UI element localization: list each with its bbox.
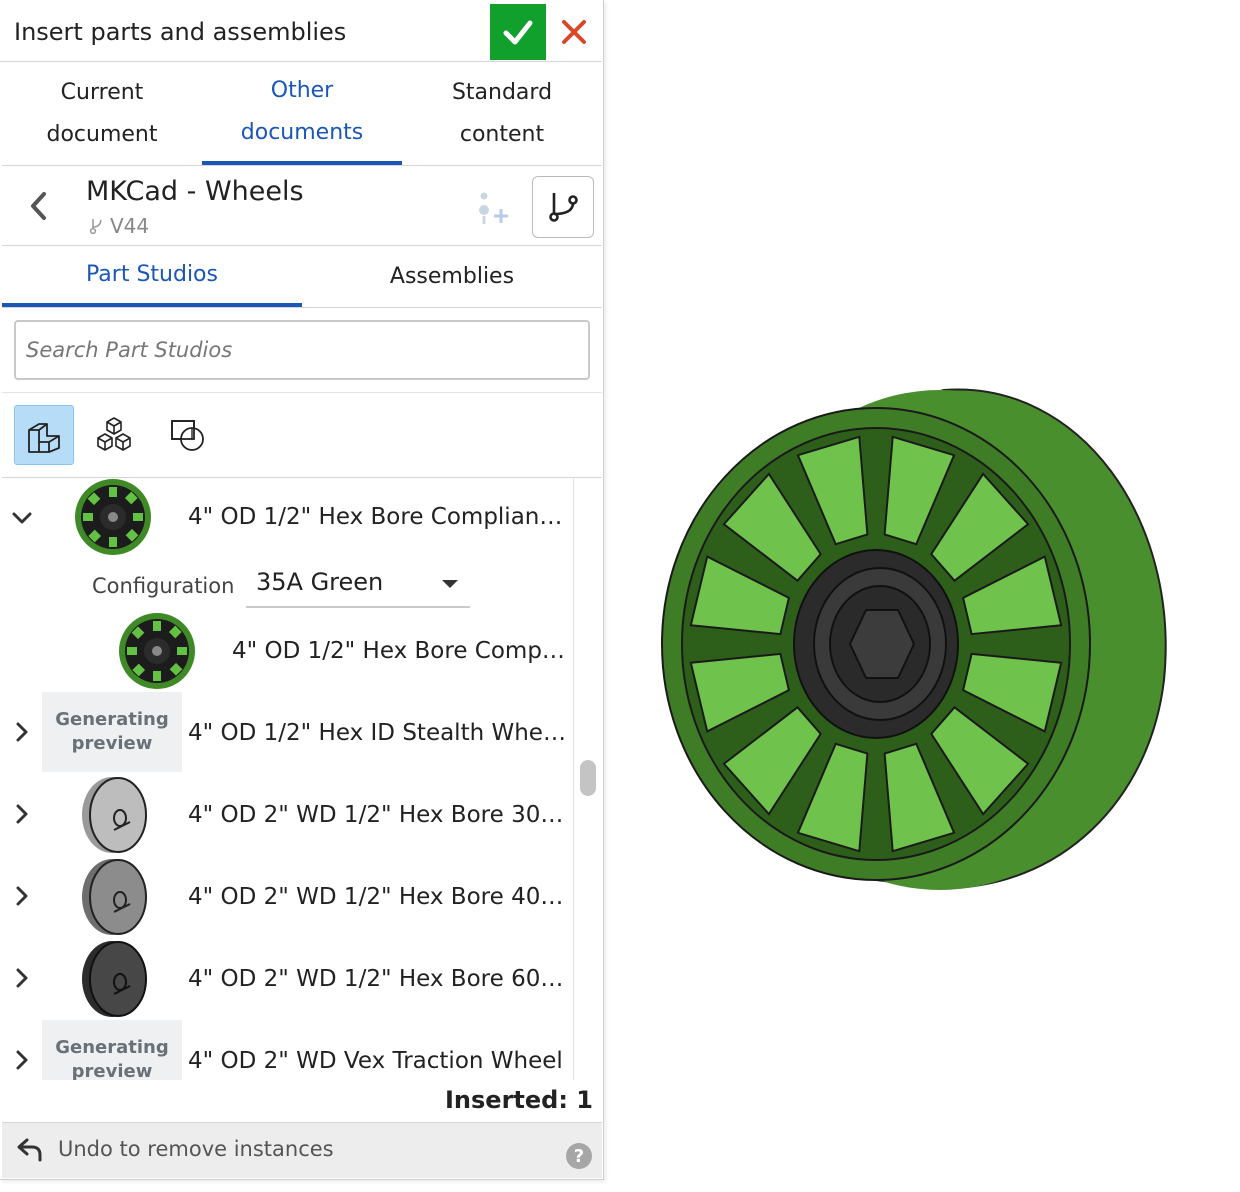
document-version: V44 [88, 214, 149, 238]
inserted-count: Inserted: 1 [445, 1086, 593, 1114]
branch-button[interactable] [532, 176, 594, 238]
tab-label: documents [240, 119, 364, 145]
undo-icon [17, 1138, 42, 1162]
configuration-select[interactable]: 35A Green [246, 562, 470, 608]
list-item[interactable]: Generating preview 4" OD 1/2" Hex ID Ste… [2, 692, 573, 774]
filter-sketch-button[interactable] [158, 405, 218, 465]
part-studio-list: 4" OD 1/2" Hex Bore Compliant ... Config… [2, 478, 574, 1080]
caret-down-icon [442, 580, 458, 588]
generating-label: preview [71, 733, 153, 754]
generating-label: Generating [55, 1037, 169, 1058]
version-label: V44 [110, 214, 150, 238]
item-label: 4" OD 2" WD 1/2" Hex Bore 40A... [188, 884, 568, 910]
insert-dialog: Insert parts and assemblies Current docu… [0, 0, 604, 1180]
add-version-button[interactable] [470, 182, 520, 232]
cancel-button[interactable] [552, 10, 596, 54]
chevron-right-icon[interactable] [10, 802, 34, 826]
undo-label: Undo to remove instances [58, 1137, 334, 1161]
tab-label: Standard [451, 79, 553, 105]
dialog-header: Insert parts and assemblies [0, 0, 602, 62]
generating-preview-placeholder: Generating preview [42, 1020, 182, 1080]
tab-standard-content[interactable]: Standard content [402, 62, 602, 165]
tab-part-studios[interactable]: Part Studios [2, 246, 302, 307]
part-studio-icon [28, 423, 60, 453]
version-branch-icon [89, 219, 102, 235]
item-label: 4" OD 1/2" Hex Bore Compli... [232, 638, 568, 664]
list-item[interactable]: 4" OD 2" WD 1/2" Hex Bore 60A... [2, 938, 573, 1020]
document-header: MKCad - Wheels V44 [2, 166, 602, 246]
dialog-footer: Undo to remove instances ? [2, 1122, 602, 1178]
filter-parts-button[interactable] [84, 405, 144, 465]
thumbnail-green-wheel [75, 479, 151, 555]
filter-toolbar [2, 392, 602, 478]
document-name: MKCad - Wheels [86, 176, 304, 207]
tab-other-documents[interactable]: Other documents [202, 62, 402, 165]
thumbnail-gray-wheel [82, 859, 147, 935]
chevron-right-icon[interactable] [10, 1048, 34, 1072]
parts-icon [97, 417, 131, 451]
chevron-left-icon [31, 192, 46, 220]
wheel-3d-preview [661, 388, 1167, 890]
dialog-title: Insert parts and assemblies [14, 18, 347, 46]
close-icon [562, 20, 586, 44]
search-input[interactable] [14, 320, 590, 380]
list-item[interactable]: 4" OD 2" WD 1/2" Hex Bore 30A... [2, 774, 573, 856]
branch-icon [549, 193, 578, 222]
help-icon[interactable]: ? [566, 1143, 592, 1169]
configuration-value: 35A Green [256, 568, 384, 596]
generating-preview-placeholder: Generating preview [42, 692, 182, 772]
thumbnail-dark-wheel [82, 941, 147, 1017]
item-label: 4" OD 1/2" Hex ID Stealth Whee... [188, 720, 568, 746]
tab-current-document[interactable]: Current document [2, 62, 202, 165]
configuration-label: Configuration [92, 574, 235, 598]
add-version-icon [479, 192, 508, 224]
item-label: 4" OD 2" WD 1/2" Hex Bore 30A... [188, 802, 568, 828]
list-item[interactable]: 4" OD 2" WD 1/2" Hex Bore 40A... [2, 856, 573, 938]
chevron-right-icon[interactable] [10, 720, 34, 744]
tab-label: Other [270, 77, 334, 103]
tab-label: document [46, 121, 158, 147]
source-tabs: Current document Other documents Standar… [2, 62, 602, 166]
list-item[interactable]: Generating preview 4" OD 2" WD Vex Tract… [2, 1020, 573, 1080]
item-label: 4" OD 2" WD Vex Traction Wheel [188, 1048, 563, 1074]
tab-assemblies[interactable]: Assemblies [302, 246, 602, 307]
element-type-tabs: Part Studios Assemblies [2, 246, 602, 308]
list-scrollbar[interactable] [580, 760, 596, 796]
generating-label: Generating [55, 709, 169, 730]
chevron-right-icon[interactable] [10, 966, 34, 990]
list-item[interactable]: 4" OD 1/2" Hex Bore Compli... [2, 610, 573, 692]
undo-button[interactable]: Undo to remove instances [16, 1135, 334, 1163]
check-icon [503, 20, 533, 45]
generating-label: preview [71, 1061, 153, 1080]
thumbnail-gray-wheel [82, 777, 147, 853]
tab-label: content [459, 121, 545, 147]
chevron-down-icon[interactable] [10, 506, 34, 530]
item-label: 4" OD 2" WD 1/2" Hex Bore 60A... [188, 966, 568, 992]
sketch-icon [171, 420, 204, 451]
thumbnail-green-wheel [119, 613, 195, 689]
tab-label: Current [60, 79, 144, 105]
filter-part-studio-button[interactable] [14, 405, 74, 465]
list-item[interactable]: 4" OD 1/2" Hex Bore Compliant ... [2, 478, 573, 560]
item-label: 4" OD 1/2" Hex Bore Compliant ... [188, 504, 568, 530]
accept-button[interactable] [490, 4, 546, 60]
back-button[interactable] [24, 188, 54, 224]
chevron-right-icon[interactable] [10, 884, 34, 908]
